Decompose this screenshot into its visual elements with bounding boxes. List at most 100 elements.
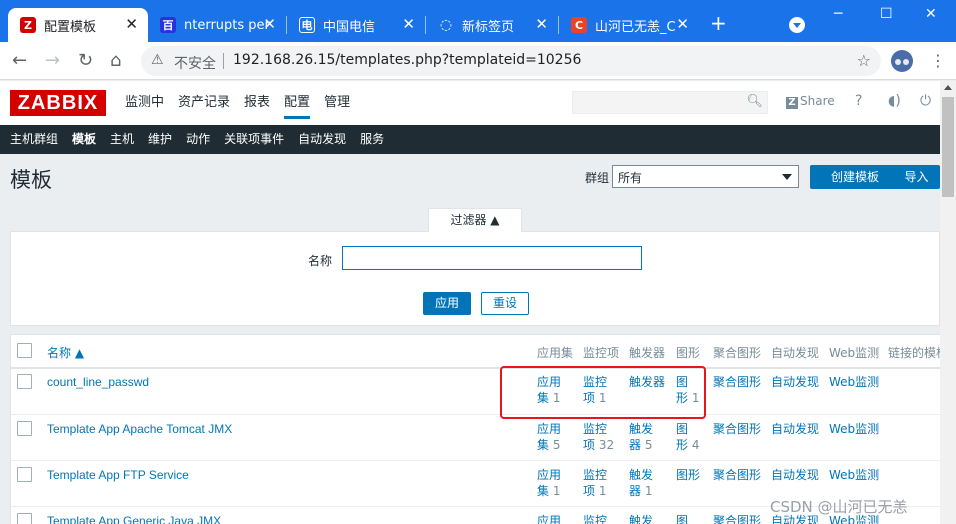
subnav-discovery[interactable]: 自动发现 [291,125,353,154]
share-link[interactable]: Z Share [786,94,835,109]
subnav-host-groups[interactable]: 主机群组 [3,125,65,154]
filter-name-input[interactable] [342,246,642,270]
tab-new-tab-page[interactable]: ◌ 新标签页 ✕ [426,8,558,42]
items-link[interactable]: 监控 [583,513,607,524]
group-select[interactable]: 所有 [612,165,799,188]
menu-configuration[interactable]: 配置 [277,81,317,125]
zabbix-logo[interactable]: ZABBIX [10,90,106,116]
subnav-actions[interactable]: 动作 [179,125,217,154]
close-tab-icon[interactable]: ✕ [125,16,138,32]
graphs-link[interactable]: 图形 4 [676,421,699,453]
discovery-link[interactable]: 自动发现 [771,421,819,437]
bookmark-star-icon[interactable]: ☆ [857,51,871,70]
forward-arrow-icon[interactable]: → [45,51,60,71]
link-text[interactable]: 图 [676,422,688,436]
link-text[interactable]: 触发 [629,422,653,436]
scrollbar-thumb[interactable] [942,97,954,197]
link-text[interactable]: 图形 [676,468,700,482]
profile-avatar[interactable] [891,50,913,72]
triggers-link[interactable]: 触发器 5 [629,421,653,453]
close-tab-icon[interactable]: ✕ [676,16,689,32]
link-text[interactable]: 应用 [537,468,561,482]
tab-csdn[interactable]: C 山河已无恙_C ✕ [559,8,699,42]
subnav-event-correlation[interactable]: 关联项事件 [217,125,291,154]
not-secure-label[interactable]: 不安全 [174,53,216,73]
items-link[interactable]: 监控项 32 [583,421,614,453]
reset-button[interactable]: 重设 [481,292,529,315]
reload-icon[interactable]: ↻ [78,51,93,71]
page-scrollbar[interactable] [940,81,956,524]
row-checkbox[interactable] [17,467,32,482]
warning-icon[interactable]: ⚠ [151,52,164,68]
items-link[interactable]: 监控项 1 [583,467,607,499]
applications-link[interactable]: 应用 [537,513,561,524]
link-text[interactable]: 触发 [629,468,653,482]
web-link[interactable]: Web监测 [829,374,879,390]
column-name-sort[interactable]: 名称 ▲ [47,344,84,361]
link-text[interactable]: 应用 [537,422,561,436]
link-text[interactable]: 集 [537,484,549,498]
row-checkbox[interactable] [17,513,32,524]
link-text[interactable]: 器 [629,438,641,452]
web-link[interactable]: Web监测 [829,467,879,483]
help-icon[interactable]: ? [855,93,862,109]
triggers-link[interactable]: 触发器 1 [629,467,653,499]
global-search-input[interactable]: 🔍︎ [572,91,768,114]
tab-interrupts[interactable]: 百 nterrupts per ✕ [148,8,286,42]
logout-icon[interactable]: ⏻ [920,93,931,109]
applications-link[interactable]: 应用集 1 [537,467,561,499]
subnav-maintenance[interactable]: 维护 [141,125,179,154]
browser-menu-icon[interactable]: ⋮ [930,51,946,70]
select-all-checkbox[interactable] [17,343,32,358]
search-icon[interactable]: 🔍︎ [746,94,763,109]
import-button[interactable]: 导入 [893,165,940,189]
subnav-services[interactable]: 服务 [353,125,391,154]
template-name-link[interactable]: count_line_passwd [47,375,149,389]
template-name-link[interactable]: Template App Generic Java JMX [47,514,221,524]
row-checkbox[interactable] [17,421,32,436]
scroll-up-icon[interactable] [944,85,952,90]
menu-inventory[interactable]: 资产记录 [171,81,237,125]
menu-reports[interactable]: 报表 [237,81,277,125]
discovery-link[interactable]: 自动发现 [771,467,819,483]
subnav-hosts[interactable]: 主机 [103,125,141,154]
close-tab-icon[interactable]: ✕ [263,16,276,32]
link-text[interactable]: 监控 [583,468,607,482]
screens-link[interactable]: 聚合图形 [713,421,761,437]
close-tab-icon[interactable]: ✕ [402,16,415,32]
screens-link[interactable]: 聚合图形 [713,513,761,524]
link-text[interactable]: 集 [537,438,549,452]
link-text[interactable]: 监控 [583,422,607,436]
subnav-templates[interactable]: 模板 [65,125,103,154]
address-bar[interactable]: ⚠ 不安全 192.168.26.15/templates.php?templa… [141,46,881,76]
menu-monitoring[interactable]: 监测中 [118,81,171,125]
home-icon[interactable]: ⌂ [110,51,121,71]
row-checkbox[interactable] [17,374,32,389]
apply-button[interactable]: 应用 [423,292,471,315]
link-text[interactable]: 项 [583,484,595,498]
back-arrow-icon[interactable]: ← [12,51,27,71]
discovery-link[interactable]: 自动发现 [771,374,819,390]
tab-templates[interactable]: Z 配置模板 ✕ [8,8,148,42]
triggers-link[interactable]: 触发 [629,513,653,524]
graphs-link[interactable]: 图形 [676,467,700,483]
menu-administration[interactable]: 管理 [317,81,357,125]
screens-link[interactable]: 聚合图形 [713,374,761,390]
maximize-icon[interactable]: ☐ [880,6,893,22]
template-name-link[interactable]: Template App Apache Tomcat JMX [47,422,232,436]
support-icon[interactable]: ◖) [888,93,901,109]
screens-link[interactable]: 聚合图形 [713,467,761,483]
template-name-link[interactable]: Template App FTP Service [47,468,189,482]
create-template-button[interactable]: 创建模板 [810,165,900,189]
new-tab-button[interactable]: + [710,13,727,33]
web-link[interactable]: Web监测 [829,421,879,437]
filter-tab[interactable]: 过滤器 ▲ [428,208,522,232]
link-text[interactable]: 器 [629,484,641,498]
graphs-link[interactable]: 图 [676,513,688,524]
link-text[interactable]: 项 [583,438,595,452]
applications-link[interactable]: 应用集 5 [537,421,561,453]
link-text[interactable]: 形 [676,438,688,452]
url-text[interactable]: 192.168.26.15/templates.php?templateid=1… [233,52,581,68]
close-tab-icon[interactable]: ✕ [535,16,548,32]
close-window-icon[interactable]: ✕ [925,6,937,22]
